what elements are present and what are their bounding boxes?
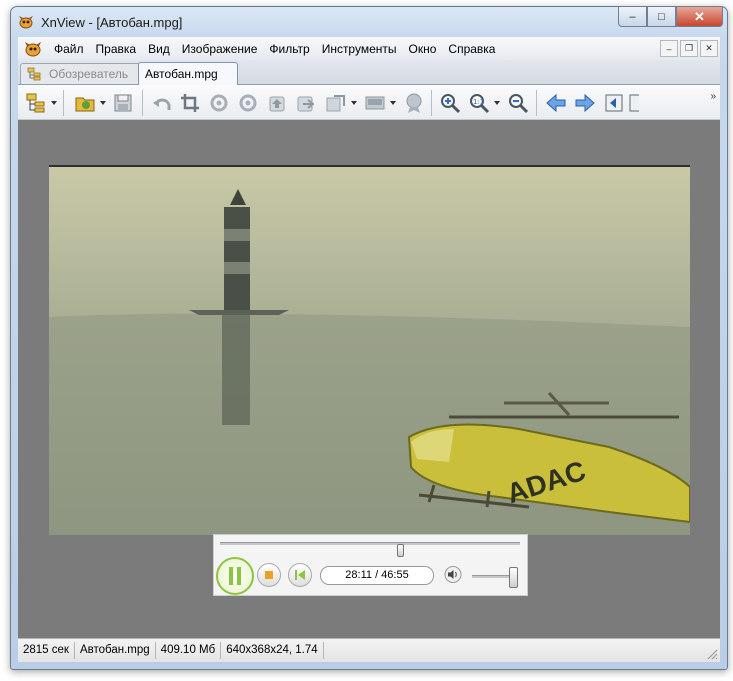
status-duration: 2815 сек	[18, 642, 75, 659]
player-controls: 28:11 / 46:55	[213, 534, 528, 596]
client-area: Файл Правка Вид Изображение Фильтр Инстр…	[18, 37, 720, 662]
zoom-in-icon[interactable]	[439, 92, 461, 114]
convert-icon[interactable]	[325, 92, 347, 114]
window-title: XnView - [Автобан.mpg]	[41, 15, 183, 30]
pause-button[interactable]	[216, 557, 254, 595]
toolbar-overflow-icon[interactable]: »	[710, 91, 716, 102]
toolbar-separator	[431, 90, 432, 116]
menu-help[interactable]: Справка	[442, 42, 501, 56]
tab-bar: Обозреватель Автобан.mpg	[18, 60, 720, 85]
slideshow-icon[interactable]	[364, 92, 386, 114]
title-bar[interactable]: XnView - [Автобан.mpg] – □ ✕	[11, 7, 727, 37]
status-dimensions: 640x368x24, 1.74	[221, 642, 324, 659]
menu-view[interactable]: Вид	[142, 42, 176, 56]
next-icon[interactable]	[574, 92, 596, 114]
zoom-dropdown-icon[interactable]	[494, 101, 500, 105]
status-filename: Автобан.mpg	[75, 642, 156, 659]
volume-thumb[interactable]	[509, 567, 518, 588]
folder-dropdown-icon[interactable]	[100, 101, 106, 105]
mdi-restore-button[interactable]: ❐	[680, 40, 698, 57]
convert-dropdown-icon[interactable]	[351, 101, 357, 105]
close-button[interactable]: ✕	[676, 7, 723, 27]
rewind-button[interactable]	[288, 563, 312, 587]
xnview-logo-icon	[19, 16, 33, 29]
time-display: 28:11 / 46:55	[320, 566, 434, 585]
menu-image[interactable]: Изображение	[176, 42, 264, 56]
slideshow-dropdown-icon[interactable]	[390, 101, 396, 105]
svg-text:1:1: 1:1	[473, 98, 484, 106]
seek-bar[interactable]	[220, 542, 520, 557]
menu-file[interactable]: Файл	[48, 42, 90, 56]
last-page-icon[interactable]	[627, 92, 639, 114]
tab-video-label: Автобан.mpg	[145, 67, 218, 81]
toolbar-separator	[142, 90, 143, 116]
toolbar-separator	[536, 90, 537, 116]
tab-browser[interactable]: Обозреватель	[20, 63, 142, 84]
settings-badge-icon[interactable]	[403, 92, 425, 114]
undo-icon[interactable]	[151, 92, 173, 114]
open-icon[interactable]	[295, 92, 317, 114]
zoom-out-icon[interactable]	[507, 92, 529, 114]
menu-window[interactable]: Окно	[403, 42, 443, 56]
previous-icon[interactable]	[545, 92, 567, 114]
pause-bar	[229, 567, 233, 585]
rotate-right-icon[interactable]	[237, 92, 259, 114]
menu-tools[interactable]: Инструменты	[316, 42, 403, 56]
mdi-minimize-button[interactable]: –	[660, 40, 678, 57]
document-logo-icon	[25, 41, 41, 56]
volume-icon[interactable]	[444, 566, 462, 583]
minimize-button[interactable]: –	[618, 7, 647, 27]
media-viewer: ADAC 28:11 / 46:55	[18, 120, 720, 638]
seek-thumb[interactable]	[397, 544, 404, 557]
first-page-icon[interactable]	[603, 92, 625, 114]
resize-grip-icon[interactable]	[707, 649, 718, 660]
app-window: XnView - [Автобан.mpg] – □ ✕ Файл Правка…	[10, 6, 728, 670]
status-filesize: 409.10 Мб	[156, 642, 222, 659]
previous-folder-icon[interactable]	[266, 92, 288, 114]
menu-bar: Файл Правка Вид Изображение Фильтр Инстр…	[18, 37, 720, 60]
rotate-left-icon[interactable]	[208, 92, 230, 114]
tab-video-file[interactable]: Автобан.mpg	[138, 62, 238, 85]
menu-edit[interactable]: Правка	[90, 42, 143, 56]
crop-icon[interactable]	[179, 92, 201, 114]
tree-view-icon[interactable]	[25, 92, 47, 114]
toolbar-separator	[63, 90, 64, 116]
tree-view-dropdown-icon[interactable]	[51, 101, 57, 105]
toolbar: 1:1 »	[18, 85, 720, 120]
stop-icon	[265, 571, 273, 579]
pause-bar	[237, 567, 241, 585]
mdi-close-button[interactable]: ✕	[700, 40, 718, 57]
zoom-actual-icon[interactable]: 1:1	[468, 92, 490, 114]
volume-slider[interactable]	[472, 567, 518, 588]
menu-filter[interactable]: Фильтр	[263, 42, 315, 56]
browser-tree-icon	[27, 67, 41, 81]
status-bar: 2815 сек Автобан.mpg 409.10 Мб 640x368x2…	[18, 638, 720, 662]
stop-button[interactable]	[257, 563, 281, 587]
rewind-to-start-icon	[295, 570, 305, 580]
video-frame[interactable]: ADAC	[49, 165, 690, 535]
save-icon[interactable]	[112, 92, 134, 114]
folder-browse-icon[interactable]	[74, 92, 96, 114]
tab-browser-label: Обозреватель	[49, 67, 129, 81]
maximize-button[interactable]: □	[647, 7, 676, 27]
